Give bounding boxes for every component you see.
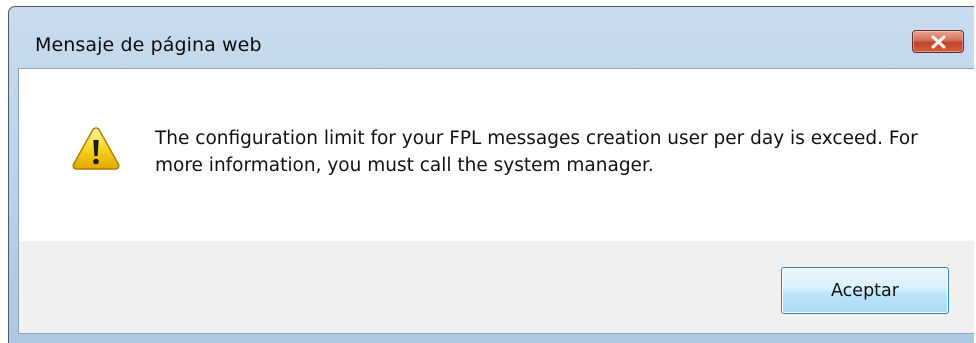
warning-icon [72,127,120,170]
dialog-title: Mensaje de página web [35,34,262,56]
title-bar[interactable]: Mensaje de página web [9,7,974,69]
ok-button[interactable]: Aceptar [781,267,949,314]
message-area: The configuration limit for your FPL mes… [19,69,974,241]
dialog-message: The configuration limit for your FPL mes… [155,128,918,176]
close-icon [931,35,946,49]
dialog-client-area: The configuration limit for your FPL mes… [18,68,974,334]
button-bar: Aceptar [19,241,974,333]
close-button[interactable] [912,30,964,53]
dialog-window: Mensaje de página web The configuration … [8,6,974,343]
